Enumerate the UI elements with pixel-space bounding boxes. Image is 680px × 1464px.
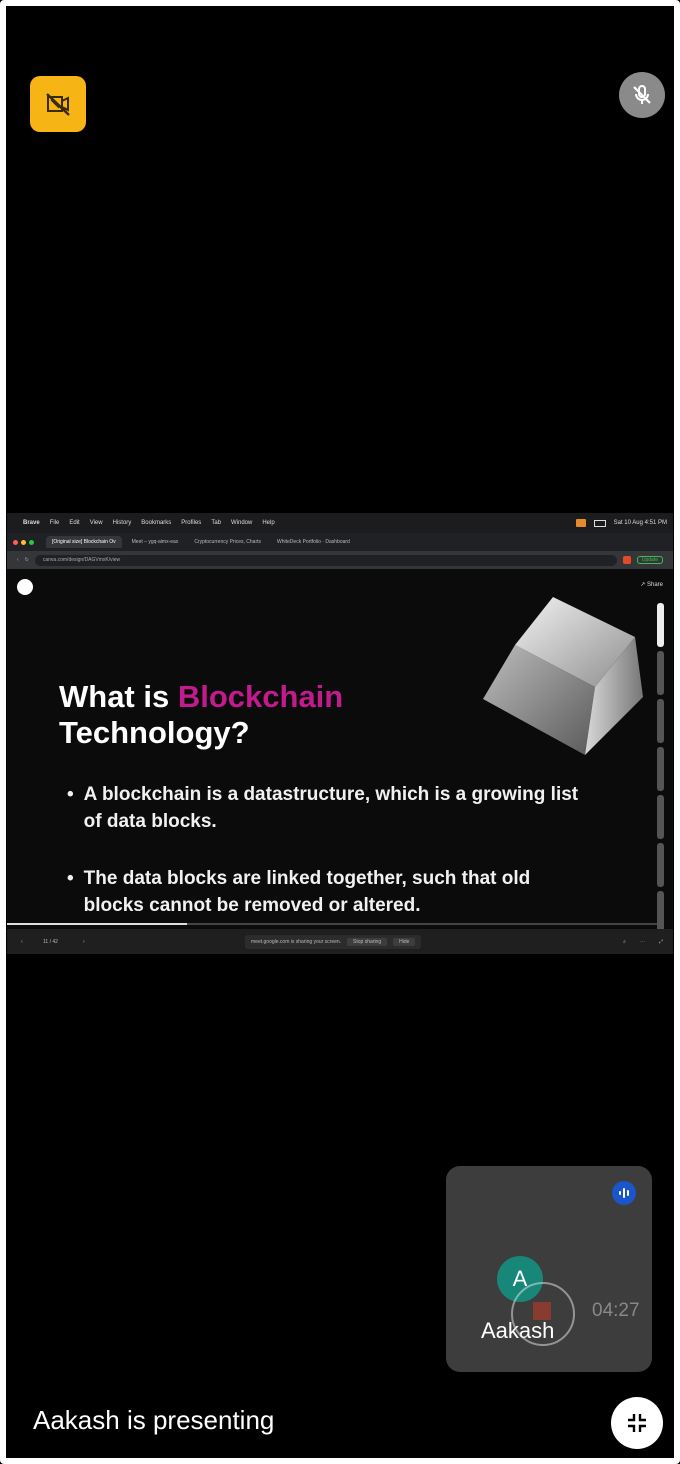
zoom-icon: ⌕	[623, 938, 626, 945]
menu-item: View	[89, 520, 103, 526]
menu-item: Window	[231, 520, 253, 526]
hide-button: Hide	[393, 937, 416, 946]
update-badge: Update	[636, 556, 663, 564]
menu-item: Profiles	[181, 520, 202, 526]
browser-tab: Cryptocurrency Prices, Charts	[194, 539, 262, 545]
camera-off-button[interactable]	[30, 76, 86, 132]
browser-tab: Meet – ygq-aimx-eax	[131, 539, 179, 545]
exit-fullscreen-button[interactable]	[611, 1397, 663, 1449]
slide: ↗ Share What is Blockchain Technology? •…	[7, 569, 673, 939]
title-prefix: What is	[59, 679, 178, 714]
fullscreen-icon: ⤢	[658, 938, 663, 945]
back-icon: ‹	[17, 557, 19, 563]
stop-sharing-button: Stop sharing	[347, 937, 388, 946]
slide-title: What is Blockchain Technology?	[59, 679, 343, 751]
page-counter: 11 / 42	[43, 938, 58, 945]
extension-icon	[622, 556, 631, 564]
menu-item: History	[112, 520, 132, 526]
browser-tab: [Original size] Blockchain Ov	[46, 536, 122, 548]
slide-thumbnails	[657, 603, 665, 939]
slide-progress-bar	[7, 923, 657, 925]
battery-icon	[593, 519, 606, 527]
url-field: canva.com/design/DAGVmxK/view	[34, 554, 617, 566]
collapse-icon	[628, 1414, 646, 1432]
browser-tabbar: [Original size] Blockchain Ov Meet – ygq…	[7, 533, 673, 551]
stop-recording-icon[interactable]	[533, 1302, 551, 1320]
browser-tab: WhiteDeck Portfolio · Dashboard	[277, 539, 350, 545]
presenting-status: Aakash is presenting	[33, 1405, 275, 1435]
reload-icon: ↻	[24, 557, 29, 563]
list-item: • A blockchain is a datastructure, which …	[67, 781, 587, 835]
list-item: • The data blocks are linked together, su…	[67, 865, 587, 919]
menu-item: Tab	[211, 520, 221, 526]
mic-off-button[interactable]	[619, 72, 665, 118]
sharing-notice-text: meet.google.com is sharing your screen.	[251, 938, 342, 945]
menu-item: Edit	[69, 520, 80, 526]
sharing-notice: meet.google.com is sharing your screen. …	[245, 934, 422, 949]
more-icon: ⋯	[639, 938, 645, 945]
camera-off-icon	[46, 93, 70, 116]
title-accent: Blockchain	[177, 679, 344, 714]
title-suffix: Technology?	[59, 715, 250, 750]
bullet-text: The data blocks are linked together, suc…	[83, 868, 531, 916]
url-text: canva.com/design/DAGVmxK/view	[42, 557, 121, 563]
speaking-indicator	[612, 1181, 636, 1205]
next-icon: ›	[83, 938, 85, 945]
menu-item: Help	[262, 520, 275, 526]
mic-off-icon	[633, 85, 651, 104]
audio-wave-icon	[619, 1188, 629, 1198]
cube-image	[483, 597, 643, 755]
prev-icon: ‹	[21, 938, 23, 945]
browser-urlbar: ‹ ↻ canva.com/design/DAGVmxK/view Update	[7, 551, 673, 569]
shared-screen: Brave File Edit View History Bookmarks P…	[7, 513, 673, 954]
status-badge	[575, 519, 586, 527]
recording-timer: 04:27	[592, 1300, 640, 1321]
presentation-bottom-bar: ‹ 11 / 42 › meet.google.com is sharing y…	[7, 929, 673, 954]
clock: Sat 10 Aug 4:51 PM	[613, 520, 667, 526]
window-controls	[13, 539, 34, 545]
share-label: Share	[646, 582, 663, 588]
menu-item: Brave	[23, 520, 40, 526]
menu-item: Bookmarks	[141, 520, 172, 526]
bullet-text: A blockchain is a datastructure, which i…	[83, 784, 579, 832]
canva-logo-icon	[17, 579, 33, 595]
mac-menubar: Brave File Edit View History Bookmarks P…	[7, 513, 673, 533]
menu-item: File	[49, 520, 60, 526]
